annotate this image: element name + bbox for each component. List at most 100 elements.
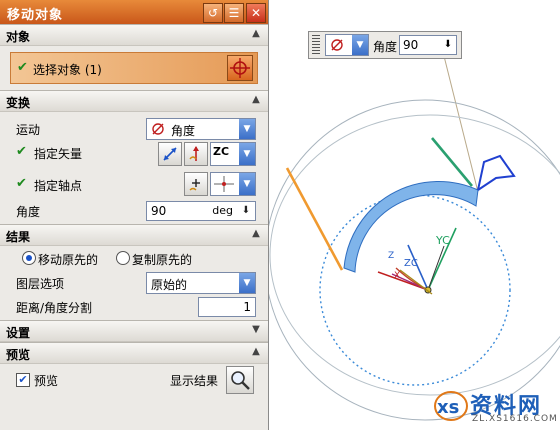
vector-axis-value: ZC [213, 145, 230, 158]
float-angle-value: 90 [403, 38, 419, 52]
svg-text:xs: xs [437, 397, 459, 418]
split-label: 距离/角度分割 [16, 301, 93, 315]
vector-row: ✔ 指定矢量 ZC ▼ [0, 140, 268, 168]
objects-section: ✔ 选择对象 (1) [0, 46, 268, 90]
watermark-url: ZL.XS1616.COM [472, 414, 558, 424]
vector-dialog-button[interactable] [184, 142, 208, 166]
dropdown-arrow-icon[interactable]: ⬇ [441, 37, 455, 53]
chevron-down-icon[interactable]: ▼ [239, 173, 255, 195]
settings-section-header[interactable]: 设置 ▼ [0, 320, 268, 342]
preview-row: ✔ 预览 显示结果 [0, 364, 268, 394]
angle-icon [152, 123, 164, 135]
menu-button[interactable]: ☰ [224, 3, 244, 23]
watermark-logo: xs 资料网 ZL.XS1616.COM [432, 386, 558, 428]
split-input[interactable]: 1 [198, 297, 256, 317]
layer-row: 图层选项 原始的 ▼ [0, 270, 268, 294]
check-icon: ✔ [17, 60, 28, 75]
select-object-bar[interactable]: ✔ 选择对象 (1) [10, 52, 258, 84]
transform-header-label: 变换 [6, 96, 31, 110]
floating-angle-widget[interactable]: ▼ 角度 90 ⬇ [308, 31, 462, 59]
preview-checkbox[interactable]: ✔ [16, 373, 30, 387]
reverse-direction-button[interactable] [158, 142, 182, 166]
x-label: X [394, 271, 400, 281]
motion-row: 运动 角度 ▼ [0, 116, 268, 140]
motion-label: 运动 [16, 123, 41, 137]
motion-select[interactable]: 角度 ▼ [146, 118, 256, 140]
chevron-down-icon[interactable]: ▼ [250, 324, 262, 336]
split-row: 距离/角度分割 1 [0, 294, 268, 320]
float-angle-input[interactable]: 90 ⬇ [399, 35, 457, 55]
split-value: 1 [243, 300, 251, 314]
preview-label: 预览 [34, 374, 59, 388]
yc-label: YC [435, 234, 450, 247]
preview-header-label: 预览 [6, 348, 31, 362]
vector-label: 指定矢量 [34, 147, 83, 161]
chevron-up-icon[interactable]: ▲ [250, 346, 262, 358]
layer-select[interactable]: 原始的 ▼ [146, 272, 256, 294]
objects-header-label: 对象 [6, 30, 31, 44]
xs-logo-icon: xs [434, 391, 468, 421]
check-icon: ✔ [16, 144, 27, 159]
z-label: Z [388, 251, 394, 261]
show-result-button[interactable] [226, 366, 254, 394]
pivot-axis [427, 245, 445, 291]
crosshair-icon [230, 58, 250, 78]
check-icon: ✔ [16, 176, 27, 191]
chevron-up-icon[interactable]: ▲ [250, 94, 262, 106]
move-copy-row: 移动原先的 复制原先的 [0, 246, 268, 270]
angle-value: 90 [151, 204, 167, 218]
chevron-down-icon[interactable]: ▼ [239, 119, 255, 139]
pivot-point-select[interactable]: ▼ [210, 172, 256, 196]
pivot-label: 指定轴点 [34, 179, 83, 193]
move-original-radio[interactable] [22, 251, 36, 265]
magnifier-icon [231, 371, 250, 390]
torus-curve [269, 114, 560, 396]
angle-icon [331, 39, 343, 51]
graphics-viewport[interactable]: YC ZC Z X [269, 0, 560, 430]
angle-input[interactable]: 90 deg ⬇ [146, 201, 256, 221]
select-object-label: 选择对象 (1) [33, 63, 102, 77]
result-section-header[interactable]: 结果 ▲ [0, 224, 268, 246]
reverse-arrows-icon [163, 147, 177, 161]
motion-value: 角度 [171, 124, 196, 138]
dotted-circle-curve [319, 194, 511, 386]
reset-button[interactable]: ↺ [203, 3, 223, 23]
orange-guide-line [285, 167, 344, 271]
rotate-handle[interactable] [477, 154, 516, 191]
move-object-dialog: 移动对象 ↺ ☰ ✕ 对象 ▲ ✔ 选择对象 (1) 变换 ▲ 运动 角度 ▼ … [0, 0, 269, 430]
chevron-down-icon[interactable]: ▼ [239, 273, 255, 293]
dialog-titlebar[interactable]: 移动对象 ↺ ☰ ✕ [0, 0, 268, 24]
settings-header-label: 设置 [6, 326, 31, 340]
angle-unit: deg [212, 204, 233, 217]
transform-section-header[interactable]: 变换 ▲ [0, 90, 268, 112]
close-button[interactable]: ✕ [246, 3, 266, 23]
layer-label: 图层选项 [16, 277, 65, 291]
float-angle-label: 角度 [373, 40, 398, 54]
dropdown-arrow-icon[interactable]: ⬇ [238, 203, 254, 219]
vector-axis-select[interactable]: ZC ▼ [210, 142, 256, 166]
chevron-up-icon[interactable]: ▲ [250, 28, 262, 40]
pivot-row: ✔ 指定轴点 ▼ [0, 168, 268, 198]
vector-constructor-icon [189, 146, 199, 161]
chevron-down-icon[interactable]: ▼ [352, 35, 368, 55]
chevron-down-icon[interactable]: ▼ [239, 143, 255, 165]
float-motion-select[interactable]: ▼ [325, 34, 369, 56]
angle-label: 角度 [16, 205, 41, 219]
copy-original-radio[interactable] [116, 251, 130, 265]
layer-value: 原始的 [151, 278, 188, 292]
preview-section-header[interactable]: 预览 ▲ [0, 342, 268, 364]
copy-original-label[interactable]: 复制原先的 [132, 251, 192, 268]
point-icon [214, 176, 234, 192]
chevron-up-icon[interactable]: ▲ [250, 228, 262, 240]
zc-label: ZC [404, 258, 418, 269]
crosshair-select-button[interactable] [227, 55, 253, 81]
dialog-title: 移动对象 [7, 8, 64, 23]
angle-row: 角度 90 deg ⬇ [0, 198, 268, 224]
result-header-label: 结果 [6, 230, 31, 244]
point-constructor-icon [189, 179, 200, 191]
move-original-label[interactable]: 移动原先的 [38, 251, 98, 268]
drag-grip-icon[interactable] [312, 35, 320, 55]
point-dialog-button[interactable] [184, 172, 208, 196]
show-result-label: 显示结果 [170, 374, 219, 388]
objects-section-header[interactable]: 对象 ▲ [0, 24, 268, 46]
